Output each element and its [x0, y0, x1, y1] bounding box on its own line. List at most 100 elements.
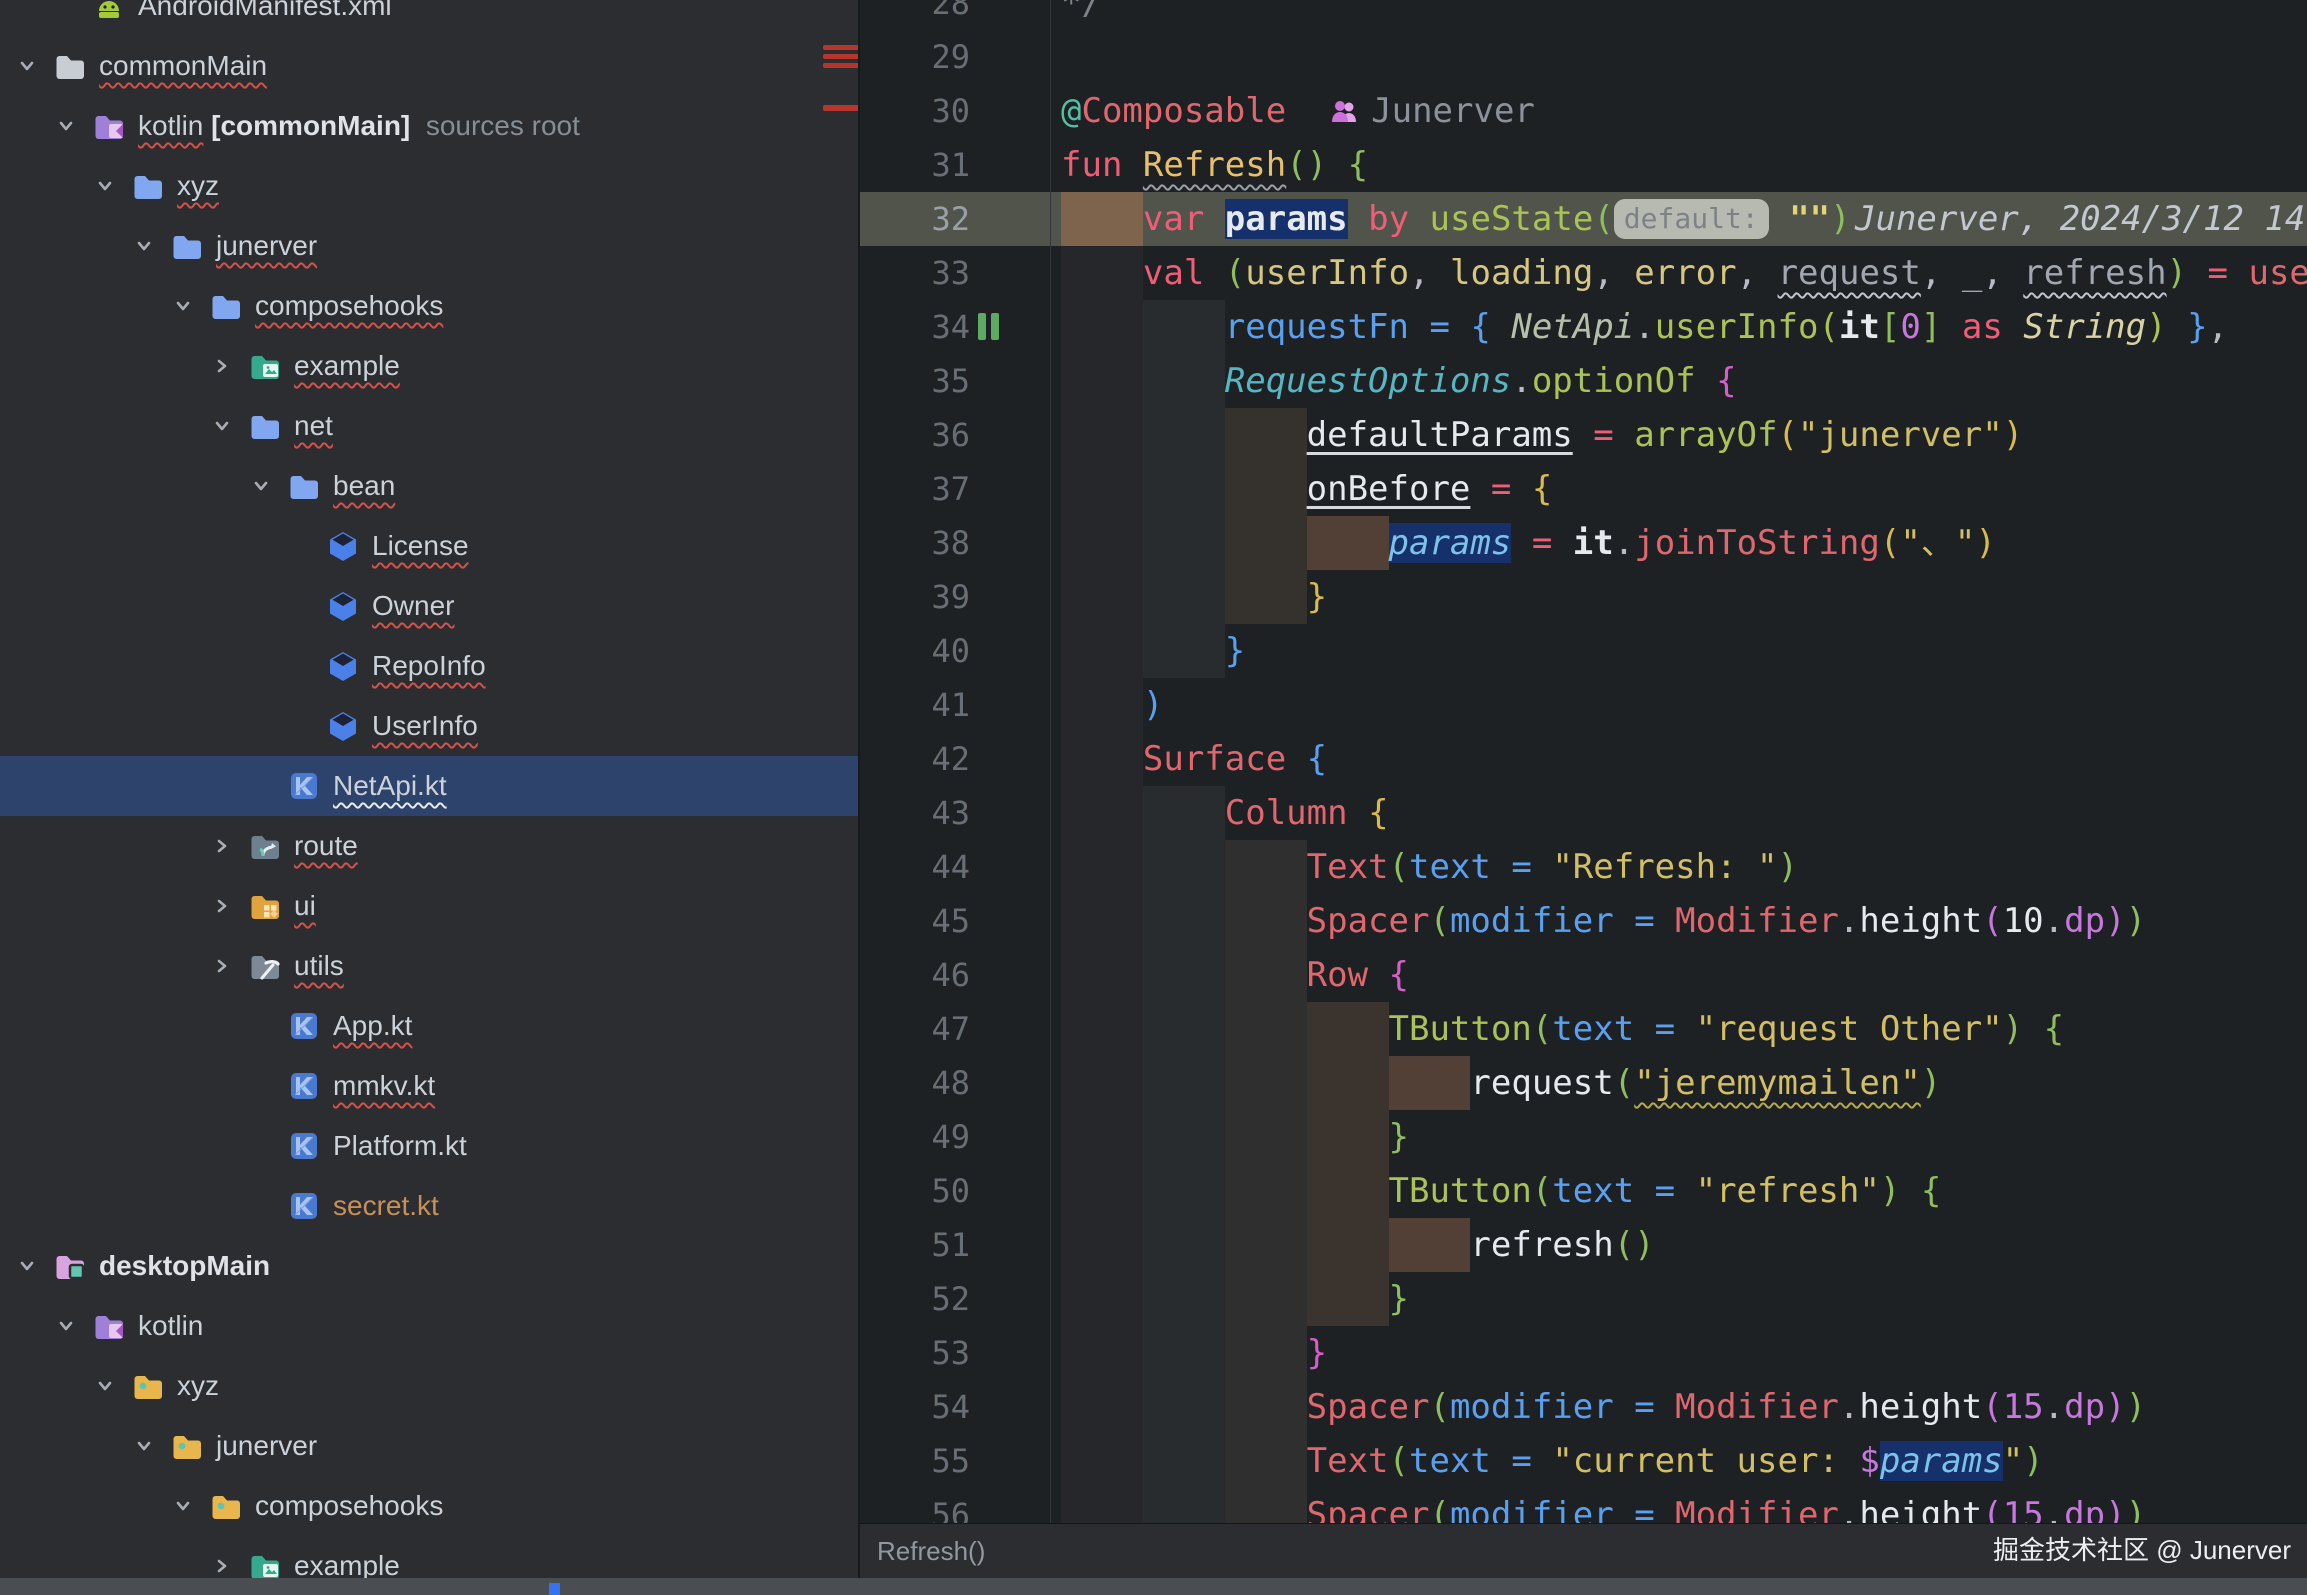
line-number[interactable]: 55	[860, 1434, 970, 1488]
line-number[interactable]: 41	[860, 678, 970, 732]
chevron-down-icon[interactable]	[14, 53, 40, 79]
line-number[interactable]: 53	[860, 1326, 970, 1380]
tree-item-net[interactable]: net	[0, 396, 860, 456]
tree-item-junerver[interactable]: junerver	[0, 216, 860, 276]
line-number[interactable]: 35	[860, 354, 970, 408]
line-number[interactable]: 52	[860, 1272, 970, 1326]
breadcrumb[interactable]: Refresh()	[877, 1524, 985, 1579]
line-number[interactable]: 37	[860, 462, 970, 516]
chevron-down-icon[interactable]	[92, 1373, 118, 1399]
tree-item-desktopmain[interactable]: desktopMain	[0, 1236, 860, 1296]
chevron-down-icon[interactable]	[209, 413, 235, 439]
tree-item-composehooks[interactable]: composehooks	[0, 276, 860, 336]
line-number[interactable]: 30	[860, 84, 970, 138]
code-line-47[interactable]: 47 TButton(text = "request Other") {	[860, 1002, 2307, 1056]
line-number[interactable]: 44	[860, 840, 970, 894]
chevron-down-icon[interactable]	[92, 173, 118, 199]
tree-item-repoinfo[interactable]: RepoInfo	[0, 636, 860, 696]
code-line-39[interactable]: 39 }	[860, 570, 2307, 624]
chevron-down-icon[interactable]	[170, 293, 196, 319]
code-line-49[interactable]: 49 }	[860, 1110, 2307, 1164]
code-line-44[interactable]: 44 Text(text = "Refresh: ")	[860, 840, 2307, 894]
code-line-51[interactable]: 51 refresh()	[860, 1218, 2307, 1272]
line-number[interactable]: 50	[860, 1164, 970, 1218]
line-number[interactable]: 40	[860, 624, 970, 678]
chevron-down-icon[interactable]	[131, 233, 157, 259]
code-line-42[interactable]: 42 Surface {	[860, 732, 2307, 786]
code-line-32[interactable]: 32 var params by useState(default: "")Ju…	[860, 192, 2307, 246]
tree-item-app-kt[interactable]: App.kt	[0, 996, 860, 1056]
code-line-33[interactable]: 33 val (userInfo, loading, error, reques…	[860, 246, 2307, 300]
line-number[interactable]: 51	[860, 1218, 970, 1272]
error-stripe-mark[interactable]	[823, 105, 860, 111]
line-number[interactable]: 34	[860, 300, 970, 354]
chevron-right-icon[interactable]	[209, 893, 235, 919]
code-line-30[interactable]: 30@Composable Junerver	[860, 84, 2307, 138]
chevron-right-icon[interactable]	[209, 1553, 235, 1578]
chevron-down-icon[interactable]	[53, 1313, 79, 1339]
code-line-34[interactable]: 34 requestFn = { NetApi.userInfo(it[0] a…	[860, 300, 2307, 354]
code-line-55[interactable]: 55 Text(text = "current user: $params")	[860, 1434, 2307, 1488]
tree-item-example[interactable]: example	[0, 336, 860, 396]
chevron-right-icon[interactable]	[209, 833, 235, 859]
tree-item-mmkv-kt[interactable]: mmkv.kt	[0, 1056, 860, 1116]
tree-item-owner[interactable]: Owner	[0, 576, 860, 636]
code-line-53[interactable]: 53 }	[860, 1326, 2307, 1380]
tree-item-secret-kt[interactable]: secret.kt	[0, 1176, 860, 1236]
tree-item-platform-kt[interactable]: Platform.kt	[0, 1116, 860, 1176]
code-line-48[interactable]: 48 request("jeremymailen")	[860, 1056, 2307, 1110]
code-line-43[interactable]: 43 Column {	[860, 786, 2307, 840]
code-line-50[interactable]: 50 TButton(text = "refresh") {	[860, 1164, 2307, 1218]
tree-item-kotlin-commonmain-sources-root[interactable]: kotlin [commonMain] sources root	[0, 96, 860, 156]
chevron-right-icon[interactable]	[209, 353, 235, 379]
chevron-down-icon[interactable]	[248, 473, 274, 499]
tree-item-userinfo[interactable]: UserInfo	[0, 696, 860, 756]
code-line-28[interactable]: 28*/	[860, 0, 2307, 30]
chevron-right-icon[interactable]	[209, 953, 235, 979]
line-number[interactable]: 47	[860, 1002, 970, 1056]
chevron-down-icon[interactable]	[14, 1253, 40, 1279]
line-number[interactable]: 45	[860, 894, 970, 948]
line-number[interactable]: 29	[860, 30, 970, 84]
line-number[interactable]: 43	[860, 786, 970, 840]
chevron-down-icon[interactable]	[170, 1493, 196, 1519]
tree-item-bean[interactable]: bean	[0, 456, 860, 516]
pause-gutter-icon[interactable]	[978, 313, 999, 340]
code-line-46[interactable]: 46 Row {	[860, 948, 2307, 1002]
line-number[interactable]: 38	[860, 516, 970, 570]
code-line-56[interactable]: 56 Spacer(modifier = Modifier.height(15.…	[860, 1488, 2307, 1523]
line-number[interactable]: 49	[860, 1110, 970, 1164]
code-line-37[interactable]: 37 onBefore = {	[860, 462, 2307, 516]
line-number[interactable]: 56	[860, 1488, 970, 1523]
line-number[interactable]: 36	[860, 408, 970, 462]
error-stripe-mark[interactable]	[823, 45, 860, 50]
code-line-54[interactable]: 54 Spacer(modifier = Modifier.height(15.…	[860, 1380, 2307, 1434]
tree-item-netapi-kt[interactable]: NetApi.kt	[0, 756, 860, 816]
line-number[interactable]: 42	[860, 732, 970, 786]
tree-item-kotlin[interactable]: kotlin	[0, 1296, 860, 1356]
code-line-31[interactable]: 31fun Refresh() {	[860, 138, 2307, 192]
line-number[interactable]: 54	[860, 1380, 970, 1434]
tree-item-junerver[interactable]: junerver	[0, 1416, 860, 1476]
tree-item-license[interactable]: License	[0, 516, 860, 576]
tree-item-commonmain[interactable]: commonMain	[0, 36, 860, 96]
tree-item-androidmanifest-xml[interactable]: AndroidManifest.xml	[0, 0, 860, 36]
tree-item-xyz[interactable]: xyz	[0, 1356, 860, 1416]
error-stripe-mark[interactable]	[823, 63, 860, 68]
line-number[interactable]: 32	[860, 192, 970, 246]
tree-item-utils[interactable]: utils	[0, 936, 860, 996]
code-line-41[interactable]: 41 )	[860, 678, 2307, 732]
error-stripe-mark[interactable]	[823, 54, 860, 59]
code-line-29[interactable]: 29	[860, 30, 2307, 84]
line-number[interactable]: 28	[860, 0, 970, 30]
code-line-38[interactable]: 38 params = it.joinToString("、")	[860, 516, 2307, 570]
line-number[interactable]: 33	[860, 246, 970, 300]
chevron-down-icon[interactable]	[53, 113, 79, 139]
chevron-down-icon[interactable]	[131, 1433, 157, 1459]
line-number[interactable]: 48	[860, 1056, 970, 1110]
tree-item-example[interactable]: example	[0, 1536, 860, 1578]
code-line-40[interactable]: 40 }	[860, 624, 2307, 678]
line-number[interactable]: 46	[860, 948, 970, 1002]
line-number[interactable]: 31	[860, 138, 970, 192]
code-line-52[interactable]: 52 }	[860, 1272, 2307, 1326]
